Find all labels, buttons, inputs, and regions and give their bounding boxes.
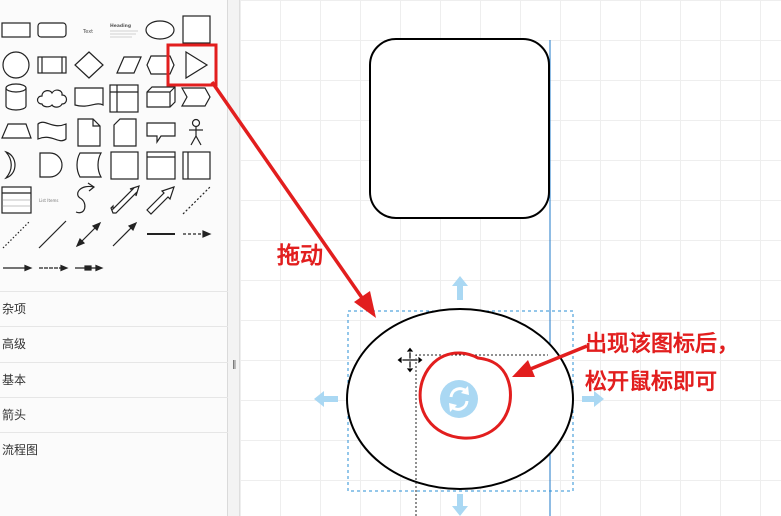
release-annotation-line1: 出现该图标后， (585, 332, 740, 357)
replace-icon[interactable] (440, 380, 478, 418)
drag-annotation: 拖动 (277, 243, 323, 269)
rounded-rectangle[interactable] (369, 38, 550, 219)
release-annotation-line2: 松开鼠标即可 (585, 370, 718, 395)
canvas-overlay (210, 38, 604, 516)
left-arrow-icon (314, 391, 338, 407)
down-arrow-icon (452, 494, 468, 516)
drag-arrow (210, 81, 376, 318)
up-arrow-icon (452, 276, 468, 300)
